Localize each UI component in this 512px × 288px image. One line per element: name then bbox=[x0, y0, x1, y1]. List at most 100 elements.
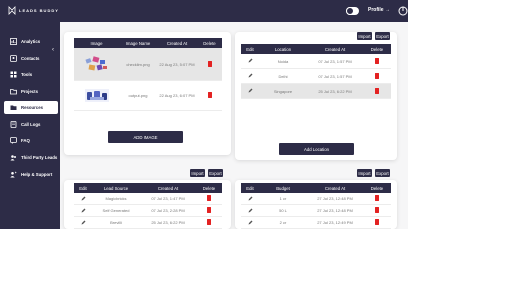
contacts-icon bbox=[10, 55, 17, 62]
column-header: Edit bbox=[79, 185, 87, 191]
toggle-knob bbox=[346, 7, 354, 15]
edit-button[interactable] bbox=[74, 208, 92, 214]
sidebar-item-call-logs[interactable]: Call Logs bbox=[4, 118, 58, 131]
table-row: Self Generated 07 Jul 23, 2:28 PM bbox=[74, 205, 222, 217]
images-table: Image Image Name Created At Delete check… bbox=[74, 38, 222, 111]
edit-button[interactable] bbox=[241, 73, 259, 79]
table-row: Magicbricks 07 Jul 23, 1:47 PM bbox=[74, 193, 222, 205]
trash-icon bbox=[375, 87, 379, 94]
help-icon bbox=[10, 171, 17, 178]
image-name: checklim.png bbox=[126, 61, 150, 67]
add-location-button[interactable]: Add Location bbox=[279, 143, 354, 155]
lead-sources-card: Import Export Edit Lead Source Created A… bbox=[64, 169, 231, 229]
export-button[interactable]: Export bbox=[208, 169, 223, 177]
column-header: Created At bbox=[166, 40, 188, 46]
trash-icon bbox=[207, 195, 211, 201]
thumbnail-people bbox=[84, 89, 109, 102]
sidebar-item-label: Tools bbox=[21, 72, 33, 77]
sidebar-item-projects[interactable]: Projects bbox=[4, 85, 58, 98]
edit-button[interactable] bbox=[74, 196, 92, 202]
pencil-icon bbox=[81, 196, 85, 200]
logout-icon[interactable] bbox=[398, 6, 408, 16]
sidebar-item-resources[interactable]: Resources bbox=[4, 101, 58, 114]
budget-value: 50 L bbox=[279, 208, 287, 213]
pencil-icon bbox=[248, 73, 252, 78]
pencil-icon bbox=[248, 220, 252, 224]
sidebar-item-faq[interactable]: FAQ bbox=[4, 134, 58, 147]
table-row: 2 cr 27 Jul 23, 12:49 PM bbox=[241, 217, 391, 229]
column-header: Delete bbox=[370, 185, 384, 191]
edit-button[interactable] bbox=[241, 88, 259, 94]
blank-area bbox=[0, 229, 512, 288]
column-header: Lead Source bbox=[103, 185, 129, 191]
delete-button[interactable] bbox=[197, 60, 222, 68]
created-at: 27 Jul 23, 12:49 PM bbox=[317, 220, 353, 225]
delete-button[interactable] bbox=[363, 57, 391, 65]
budget-value: 1 cr bbox=[279, 196, 287, 201]
call-logs-icon bbox=[10, 121, 17, 128]
edit-button[interactable] bbox=[241, 220, 259, 226]
locations-card: Import Export Edit Location Created At D… bbox=[235, 32, 397, 160]
resources-icon bbox=[10, 105, 17, 110]
import-button[interactable]: Import bbox=[357, 169, 372, 177]
delete-button[interactable] bbox=[363, 72, 391, 80]
trash-icon bbox=[207, 60, 212, 67]
column-header: Delete bbox=[370, 46, 384, 52]
trash-icon bbox=[207, 92, 212, 98]
sidebar-item-label: FAQ bbox=[21, 138, 30, 143]
delete-button[interactable] bbox=[363, 195, 391, 202]
created-at: 07 Jul 23, 1:57 PM bbox=[318, 73, 352, 79]
sidebar-item-contacts[interactable]: Contacts bbox=[4, 52, 58, 65]
budgets-card: Import Export Edit Budget Created At Del… bbox=[235, 169, 397, 229]
export-button[interactable]: Export bbox=[375, 32, 390, 40]
sidebar-item-label: Help & Support bbox=[21, 172, 53, 177]
sidebar-item-label: Call Logs bbox=[21, 122, 41, 127]
trash-icon bbox=[375, 72, 379, 79]
pencil-icon bbox=[248, 88, 252, 93]
thumbnail-collage bbox=[84, 55, 107, 70]
import-button[interactable]: Import bbox=[357, 32, 372, 40]
export-button[interactable]: Export bbox=[375, 169, 390, 177]
pencil-icon bbox=[248, 196, 252, 200]
delete-button[interactable] bbox=[196, 207, 222, 214]
column-header: Created At bbox=[157, 185, 179, 191]
column-header: Image Name bbox=[125, 40, 151, 46]
table-header: Edit Lead Source Created At Delete bbox=[74, 183, 222, 193]
sidebar-item-analytics[interactable]: Analytics bbox=[4, 35, 58, 48]
pencil-icon bbox=[248, 208, 252, 212]
sidebar-item-label: Resources bbox=[21, 105, 43, 110]
delete-button[interactable] bbox=[363, 219, 391, 226]
delete-button[interactable] bbox=[196, 219, 222, 226]
delete-button[interactable] bbox=[363, 87, 391, 95]
image-thumbnail bbox=[74, 55, 119, 73]
sidebar-item-tools[interactable]: Tools bbox=[4, 68, 58, 81]
edit-button[interactable] bbox=[241, 208, 259, 214]
column-header: Delete bbox=[203, 40, 216, 46]
theme-toggle[interactable] bbox=[346, 7, 359, 15]
location-name: Singapore bbox=[273, 88, 293, 94]
delete-button[interactable] bbox=[196, 195, 222, 202]
add-image-button[interactable]: ADD IMAGE bbox=[108, 131, 183, 143]
locations-table: Edit Location Created At Delete Noida 07… bbox=[241, 44, 391, 99]
image-name: output.png bbox=[128, 93, 148, 98]
created-at: 07 Jul 23, 1:47 PM bbox=[151, 196, 185, 201]
sidebar-item-label: Analytics bbox=[21, 39, 41, 44]
edit-button[interactable] bbox=[241, 58, 259, 64]
trash-icon bbox=[207, 207, 211, 213]
profile-link[interactable]: Profile → bbox=[368, 7, 390, 13]
sidebar-item-help-support[interactable]: Help & Support bbox=[4, 168, 58, 181]
delete-button[interactable] bbox=[363, 207, 391, 214]
column-header: Edit bbox=[246, 185, 254, 191]
column-header: Created At bbox=[324, 46, 346, 52]
edit-button[interactable] bbox=[241, 196, 259, 202]
delete-button[interactable] bbox=[197, 92, 222, 99]
import-button[interactable]: Import bbox=[190, 169, 205, 177]
table-row: 1 cr 27 Jul 23, 12:48 PM bbox=[241, 193, 391, 205]
app-frame: LEADS BUDDY Profile → ‹ Analytics Contac… bbox=[0, 0, 512, 288]
lead-sources-table: Edit Lead Source Created At Delete Magic… bbox=[74, 183, 222, 229]
column-header: Location bbox=[274, 46, 292, 52]
table-header: Image Image Name Created At Delete bbox=[74, 38, 222, 48]
column-header: Created At bbox=[324, 185, 346, 191]
sidebar-item-third-party-leads[interactable]: Third Party Leads bbox=[4, 151, 58, 164]
edit-button[interactable] bbox=[74, 220, 92, 226]
